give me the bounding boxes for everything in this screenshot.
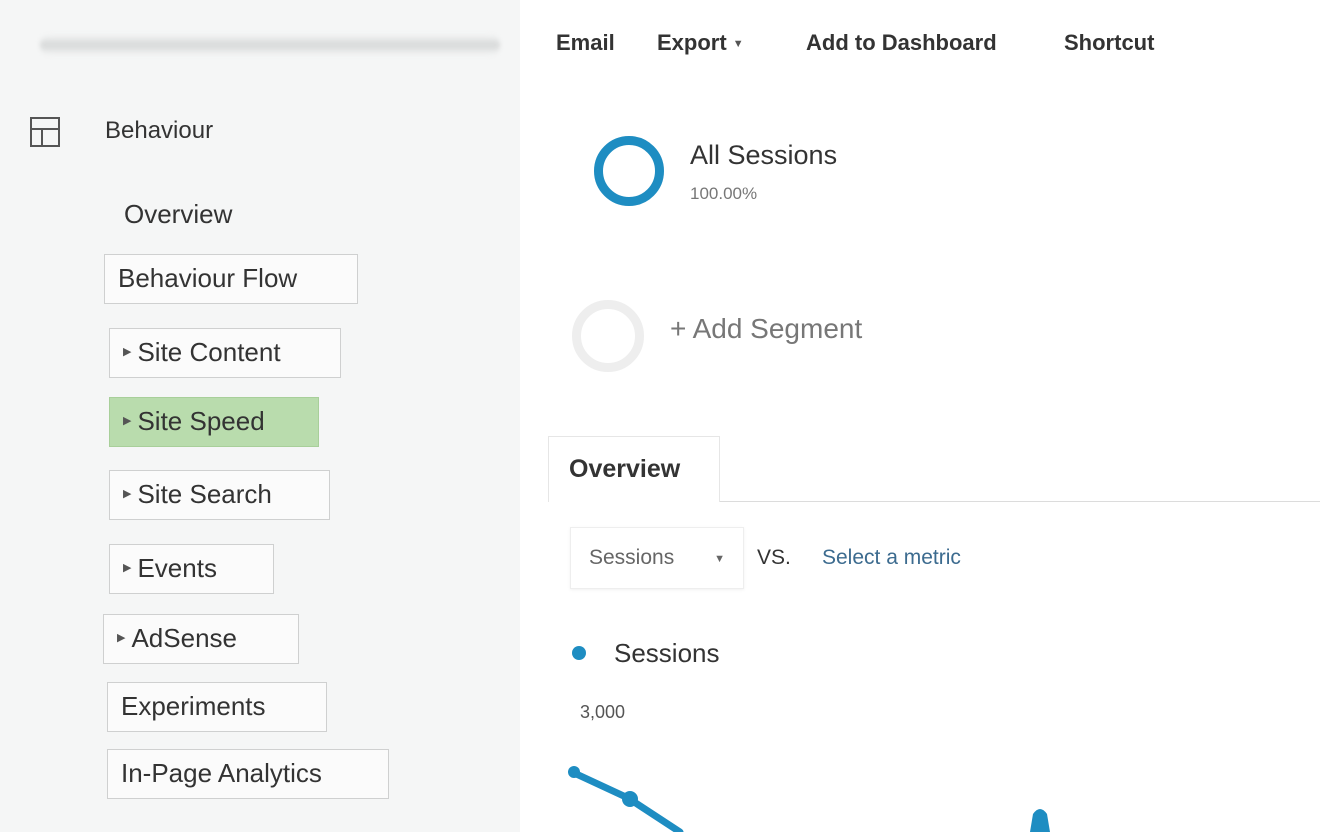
sidebar: Behaviour Overview Behaviour Flow ▶ Site …	[0, 0, 520, 832]
segment-ring-icon[interactable]	[594, 136, 664, 206]
segment-title[interactable]: All Sessions	[690, 140, 837, 171]
export-label: Export	[657, 30, 727, 55]
data-point	[568, 766, 580, 778]
expand-arrow-icon: ▶	[123, 488, 132, 501]
sidebar-item-label: Site Speed	[137, 406, 265, 436]
sidebar-item-events[interactable]: ▶ Events	[109, 544, 274, 594]
metric-dropdown-label: Sessions	[589, 546, 675, 569]
tab-divider	[720, 501, 1320, 502]
sidebar-header-bar	[40, 34, 500, 56]
sidebar-section-behaviour[interactable]: Behaviour	[105, 117, 213, 145]
sidebar-item-label: AdSense	[131, 623, 237, 653]
sidebar-item-behaviour-flow[interactable]: Behaviour Flow	[104, 254, 358, 304]
behaviour-section-icon	[30, 117, 60, 147]
sidebar-item-label: Site Content	[137, 337, 281, 367]
y-tick-label: 3,000	[580, 702, 626, 722]
add-segment-button[interactable]: + Add Segment	[670, 313, 862, 345]
email-button[interactable]: Email	[556, 30, 615, 56]
chevron-down-icon: ▼	[714, 553, 725, 565]
vs-label: VS.	[757, 546, 791, 569]
chart-legend-label: Sessions	[614, 638, 720, 668]
sidebar-item-label: Experiments	[121, 691, 266, 721]
sidebar-item-label: Events	[137, 553, 217, 583]
sidebar-item-label: Overview	[124, 199, 233, 229]
expand-arrow-icon: ▶	[117, 632, 126, 645]
data-point	[622, 791, 638, 807]
sidebar-item-overview[interactable]: Overview	[110, 190, 246, 240]
sidebar-item-site-speed[interactable]: ▶ Site Speed	[109, 397, 319, 447]
sidebar-item-experiments[interactable]: Experiments	[107, 682, 327, 732]
legend-dot-icon	[572, 646, 586, 660]
shortcut-button[interactable]: Shortcut	[1064, 30, 1154, 56]
tab-overview[interactable]: Overview	[548, 436, 720, 502]
metric-dropdown[interactable]: Sessions ▼	[570, 527, 744, 589]
select-metric-link[interactable]: Select a metric	[822, 546, 961, 570]
sidebar-item-label: Site Search	[137, 479, 272, 509]
series-segment	[1030, 809, 1050, 832]
chevron-down-icon: ▼	[732, 38, 744, 50]
sidebar-item-site-search[interactable]: ▶ Site Search	[109, 470, 330, 520]
expand-arrow-icon: ▶	[123, 346, 132, 359]
segment-percent: 100.00%	[690, 184, 758, 203]
export-button[interactable]: Export ▼	[657, 30, 744, 56]
add-segment-ring-icon[interactable]	[572, 300, 644, 372]
expand-arrow-icon: ▶	[123, 415, 132, 428]
sidebar-item-adsense[interactable]: ▶ AdSense	[103, 614, 299, 664]
sidebar-item-label: In-Page Analytics	[121, 758, 322, 788]
add-to-dashboard-button[interactable]: Add to Dashboard	[806, 30, 997, 56]
sidebar-item-in-page-analytics[interactable]: In-Page Analytics	[107, 749, 389, 799]
sidebar-item-site-content[interactable]: ▶ Site Content	[109, 328, 341, 378]
sidebar-item-label: Behaviour Flow	[118, 263, 298, 293]
expand-arrow-icon: ▶	[123, 562, 132, 575]
sessions-line-chart	[568, 766, 1050, 832]
